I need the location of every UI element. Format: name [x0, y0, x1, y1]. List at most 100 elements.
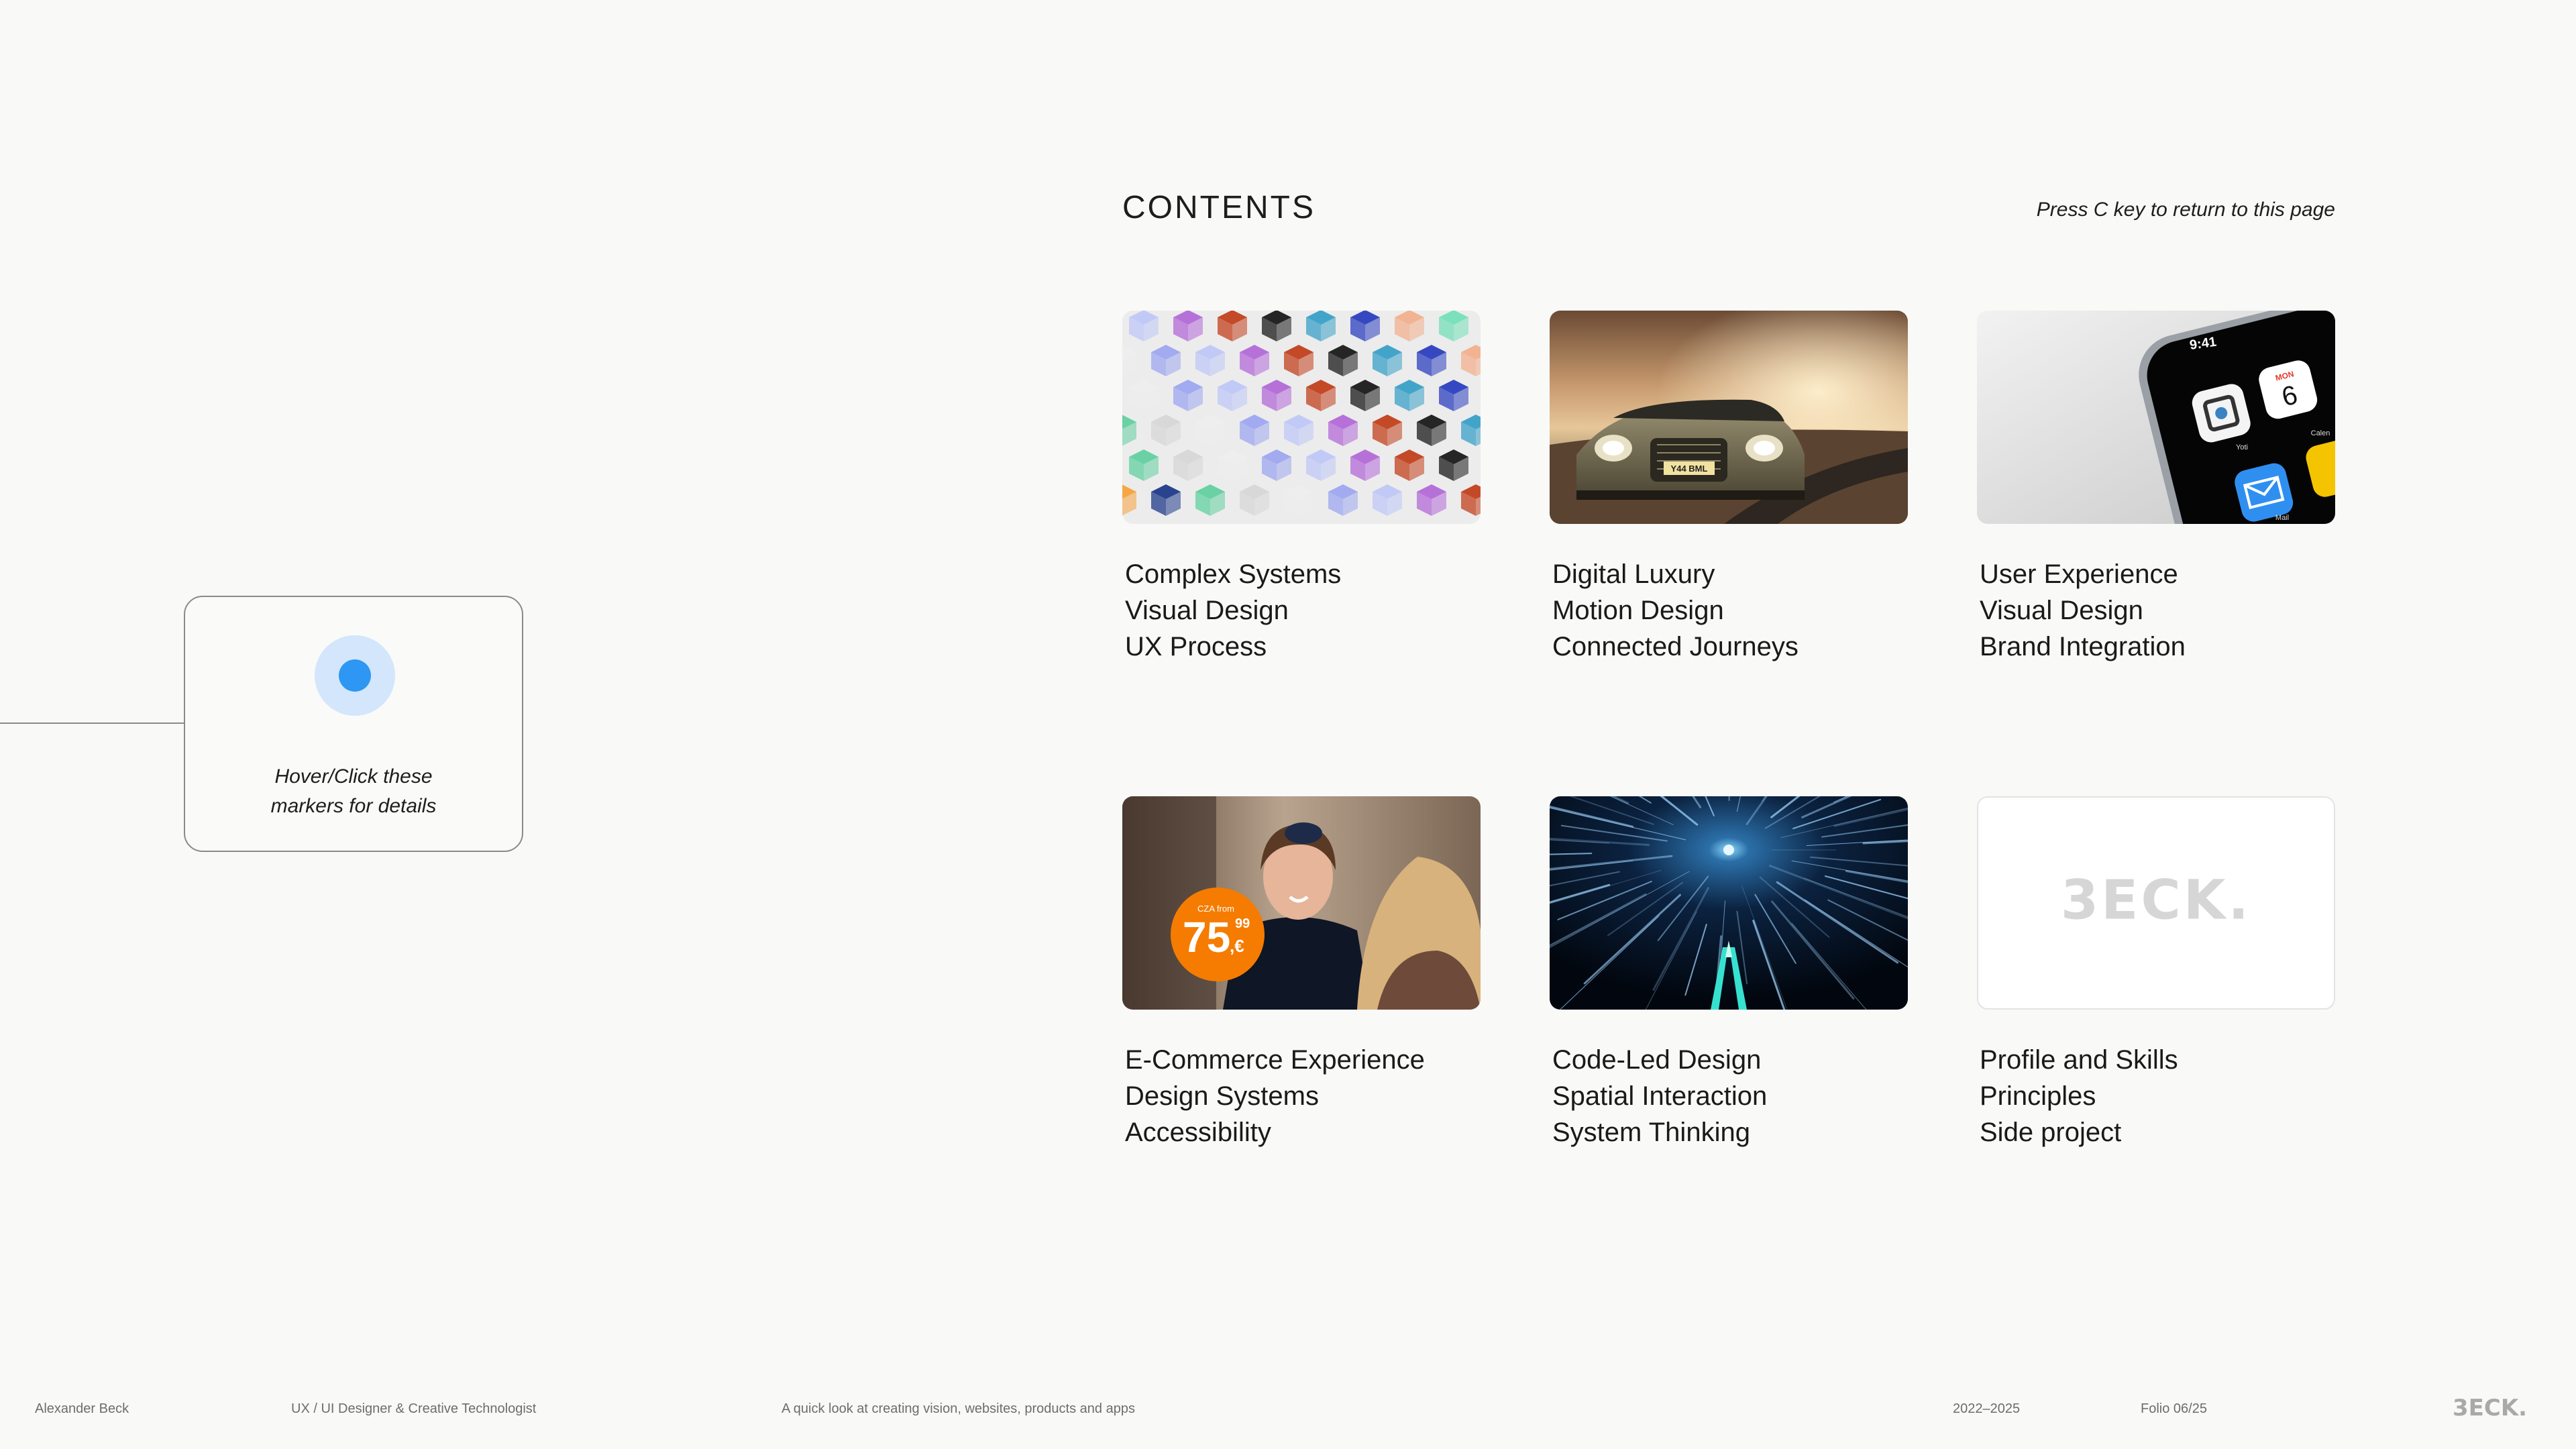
cube-shape [1306, 380, 1336, 411]
project-tags: Profile and Skills Principles Side proje… [1977, 1042, 2335, 1150]
cube-shape [1284, 415, 1313, 446]
project-tag[interactable]: Complex Systems [1125, 556, 1481, 592]
cube-shape [1151, 345, 1181, 376]
project-tag[interactable]: UX Process [1125, 629, 1481, 665]
cube-shape [1195, 484, 1225, 516]
cube-shape [1350, 311, 1380, 341]
cube-shape [1122, 345, 1136, 376]
app-label: Mail [2275, 514, 2289, 522]
project-tag[interactable]: Principles [1980, 1078, 2335, 1114]
airline-attendant-image[interactable]: CZA from 75 99 ,€ [1122, 796, 1481, 1010]
cube-shape [1439, 311, 1468, 341]
cube-shape [1395, 380, 1424, 411]
callout-line: Hover/Click these [274, 765, 433, 788]
cube-shape [1350, 380, 1380, 411]
cube-shape [1173, 380, 1203, 411]
cube-shape [1129, 449, 1159, 481]
footer-role: UX / UI Designer & Creative Technologist [291, 1401, 537, 1416]
cube-shape [1461, 484, 1481, 516]
project-tag[interactable]: Connected Journeys [1552, 629, 1908, 665]
project-tag[interactable]: Side project [1980, 1114, 2335, 1150]
cube-shape [1461, 415, 1481, 446]
cube-shape [1129, 380, 1159, 411]
cube-shape [1328, 345, 1358, 376]
info-marker-icon[interactable] [315, 635, 395, 716]
cube-shape [1328, 415, 1358, 446]
cube-shape [1350, 449, 1380, 481]
cube-shape [1240, 345, 1269, 376]
project-card-profile[interactable]: 3ECK. Profile and Skills Principles Side… [1977, 796, 2335, 1150]
price-cents: 99 [1235, 916, 1250, 931]
price-main: 75 [1183, 913, 1230, 961]
cube-shape [1240, 415, 1269, 446]
project-tag[interactable]: Digital Luxury [1552, 556, 1908, 592]
cube-shape [1218, 311, 1247, 341]
cube-shape [1240, 484, 1269, 516]
cube-shape [1395, 449, 1424, 481]
callout-line: markers for details [270, 795, 437, 817]
project-card-digital-luxury[interactable]: Y44 BML Digital Luxury Motion Design Con… [1550, 311, 1908, 665]
keyboard-hint: Press C key to return to this page [2036, 199, 2335, 221]
cube-shape [1262, 311, 1291, 341]
project-tag[interactable]: E-Commerce Experience [1125, 1042, 1481, 1078]
marker-dot [339, 659, 371, 692]
cube-shape [1439, 380, 1468, 411]
cube-shape [1284, 484, 1313, 516]
footer-years: 2022–2025 [1953, 1401, 2021, 1416]
beck-logo-text: 3ECK. [2061, 869, 2251, 932]
project-tag[interactable]: System Thinking [1552, 1114, 1908, 1150]
project-card-user-experience[interactable]: 9:41 MON 6 Yoti Calen Mail User Experien… [1977, 311, 2335, 665]
cube-shape [1195, 415, 1225, 446]
price-prefix: CZA from [1197, 904, 1234, 914]
project-tag[interactable]: Spatial Interaction [1552, 1078, 1908, 1114]
colorful-cube-keys-image[interactable] [1122, 311, 1481, 524]
beck-logo-image[interactable]: 3ECK. [1977, 796, 2335, 1010]
cube-shape [1151, 415, 1181, 446]
app-label: Calen [2311, 429, 2330, 437]
project-tag[interactable]: Profile and Skills [1980, 1042, 2335, 1078]
project-tag[interactable]: Visual Design [1125, 592, 1481, 629]
cube-shape [1122, 484, 1136, 516]
cube-shape [1218, 449, 1247, 481]
license-plate-text: Y44 BML [1671, 464, 1708, 474]
cube-shape [1195, 345, 1225, 376]
cube-shape [1262, 449, 1291, 481]
cube-shape [1218, 380, 1247, 411]
footer-author: Alexander Beck [35, 1401, 129, 1416]
project-card-complex-systems[interactable]: Complex Systems Visual Design UX Process [1122, 311, 1481, 665]
cube-shape [1461, 345, 1481, 376]
cube-shape [1306, 311, 1336, 341]
project-tag[interactable]: Visual Design [1980, 592, 2335, 629]
marker-callout: Hover/Click these markers for details [184, 596, 523, 852]
project-tag[interactable]: Brand Integration [1980, 629, 2335, 665]
cube-shape [1129, 311, 1159, 341]
project-tags: Complex Systems Visual Design UX Process [1122, 556, 1481, 665]
beck-logo-icon[interactable]: 3ECK. [2453, 1394, 2541, 1421]
smartphone-homescreen-image[interactable]: 9:41 MON 6 Yoti Calen Mail [1977, 311, 2335, 524]
project-tags: Code-Led Design Spatial Interaction Syst… [1550, 1042, 1908, 1150]
project-tag[interactable]: Accessibility [1125, 1114, 1481, 1150]
cube-shape [1373, 484, 1402, 516]
cube-shape [1122, 415, 1136, 446]
project-tag[interactable]: Design Systems [1125, 1078, 1481, 1114]
light-speed-space-image[interactable] [1550, 796, 1908, 1010]
cube-shape [1373, 345, 1402, 376]
page-title: CONTENTS [1122, 190, 1316, 225]
connector-line [0, 722, 184, 724]
cube-shape [1417, 345, 1446, 376]
footer-tagline: A quick look at creating vision, website… [782, 1401, 1135, 1416]
cube-shape [1417, 484, 1446, 516]
cube-shape [1439, 449, 1468, 481]
project-tags: E-Commerce Experience Design Systems Acc… [1122, 1042, 1481, 1150]
project-tag[interactable]: Motion Design [1552, 592, 1908, 629]
luxury-car-image[interactable]: Y44 BML [1550, 311, 1908, 524]
project-card-e-commerce[interactable]: CZA from 75 99 ,€ E-Commerce Experience … [1122, 796, 1481, 1150]
cube-shape [1328, 484, 1358, 516]
cube-shape [1306, 449, 1336, 481]
project-tag[interactable]: Code-Led Design [1552, 1042, 1908, 1078]
project-tag[interactable]: User Experience [1980, 556, 2335, 592]
callout-text: Hover/Click these markers for details [185, 762, 522, 821]
project-tags: Digital Luxury Motion Design Connected J… [1550, 556, 1908, 665]
light-streak [1728, 796, 1730, 802]
project-card-code-led-design[interactable]: Code-Led Design Spatial Interaction Syst… [1550, 796, 1908, 1150]
